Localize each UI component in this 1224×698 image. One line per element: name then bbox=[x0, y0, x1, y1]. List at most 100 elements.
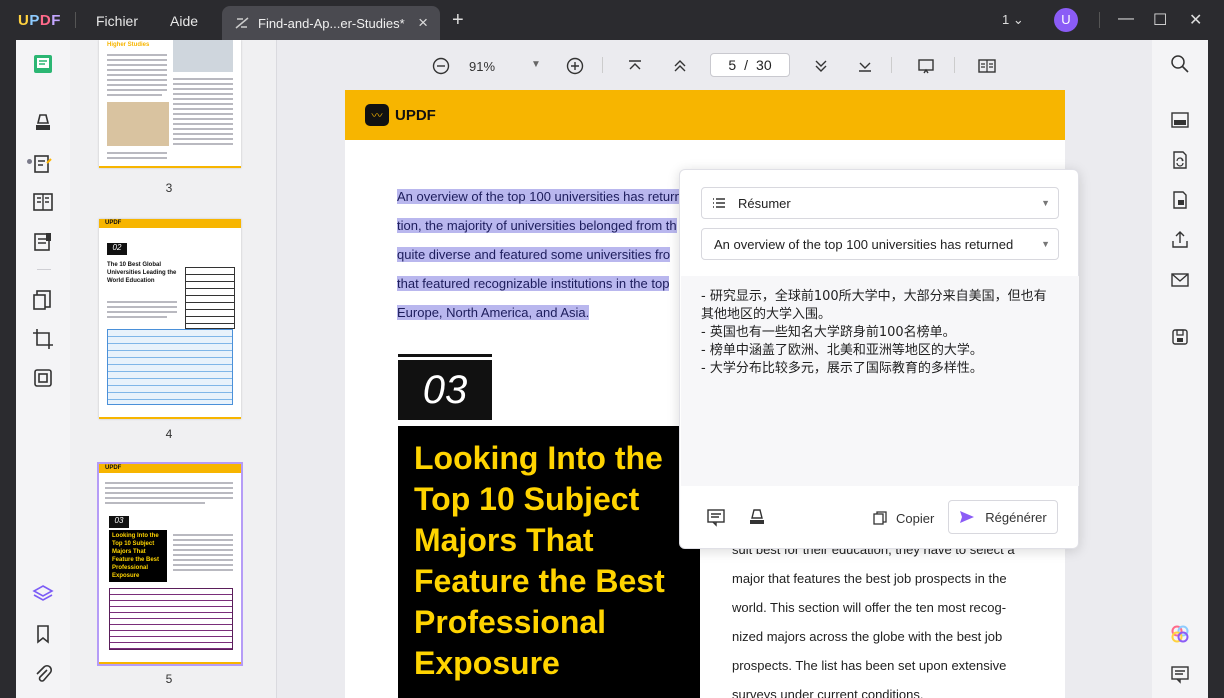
slideshow-icon[interactable] bbox=[915, 55, 937, 77]
divider bbox=[891, 57, 892, 73]
ai-mode-label: Résumer bbox=[738, 196, 791, 211]
crop-icon[interactable] bbox=[30, 326, 56, 352]
organize-pages-icon[interactable] bbox=[30, 189, 56, 215]
thumb-title: Looking Into the Top 10 Subject Majors T… bbox=[109, 530, 167, 582]
thumb-title: The 10 Best Global Universities Leading … bbox=[107, 262, 177, 284]
ai-source-select[interactable]: An overview of the top 100 universities … bbox=[701, 228, 1059, 260]
body-text-line: world. This section will offer the ten m… bbox=[732, 600, 1007, 615]
page-thumbnail-3[interactable]: Higher Studies bbox=[99, 40, 241, 168]
convert-pdf-icon[interactable] bbox=[1169, 149, 1191, 171]
avatar[interactable]: U bbox=[1054, 8, 1078, 32]
send-icon bbox=[960, 511, 975, 523]
ai-assistant-popup: Résumer ▼ An overview of the top 100 uni… bbox=[679, 169, 1079, 549]
page-logo: 〰 UPDF bbox=[365, 104, 436, 126]
zoom-in-icon[interactable] bbox=[564, 55, 586, 77]
section-rule bbox=[398, 354, 492, 357]
thumb-heading: Higher Studies bbox=[107, 42, 150, 48]
protect-icon[interactable] bbox=[30, 365, 56, 391]
attachment-icon[interactable] bbox=[30, 661, 56, 687]
right-toolbar bbox=[1152, 40, 1208, 698]
page-separator: / bbox=[744, 57, 749, 73]
menu-file[interactable]: Fichier bbox=[96, 13, 138, 29]
divider bbox=[75, 12, 76, 28]
close-window-icon[interactable]: ✕ bbox=[1189, 10, 1202, 30]
add-tab-icon[interactable]: + bbox=[452, 9, 464, 32]
maximize-icon[interactable]: ☐ bbox=[1153, 10, 1167, 30]
highlighted-text-line[interactable]: tion, the majority of universities belon… bbox=[397, 217, 677, 235]
page-header: 〰 UPDF bbox=[345, 90, 1065, 140]
app-logo: UPDF bbox=[18, 12, 61, 29]
email-icon[interactable] bbox=[1169, 269, 1191, 291]
highlighted-text-line[interactable]: that featured recognizable institutions … bbox=[397, 275, 670, 293]
thumbnail-label: 4 bbox=[165, 427, 173, 441]
chevron-down-icon: ▼ bbox=[1041, 239, 1050, 249]
section-title-block: Looking Into the Top 10 Subject Majors T… bbox=[398, 426, 700, 698]
page-layout-icon[interactable] bbox=[976, 55, 998, 77]
convert-icon[interactable] bbox=[30, 287, 56, 313]
regenerate-button[interactable]: Régénérer bbox=[948, 500, 1058, 534]
updf-logo-icon: 〰 bbox=[365, 104, 389, 126]
page-logo-text: UPDF bbox=[395, 106, 436, 124]
divider bbox=[954, 57, 955, 73]
copy-button[interactable]: Copier bbox=[872, 507, 934, 529]
zoom-level[interactable]: 91% bbox=[469, 59, 495, 74]
body-text-line: nized majors across the globe with the b… bbox=[732, 629, 1003, 644]
highlighted-text-line[interactable]: quite diverse and featured some universi… bbox=[397, 246, 671, 264]
comment-icon[interactable] bbox=[706, 507, 726, 527]
previous-page-icon[interactable] bbox=[669, 55, 691, 77]
comment-highlighter-icon[interactable] bbox=[30, 110, 56, 136]
first-page-icon[interactable] bbox=[624, 55, 646, 77]
list-icon bbox=[713, 198, 725, 208]
copy-label: Copier bbox=[896, 510, 935, 526]
window-edge bbox=[1208, 40, 1224, 698]
highlighter-icon[interactable] bbox=[747, 507, 767, 527]
page-number-field[interactable]: 5 / 30 bbox=[710, 53, 790, 77]
chevron-down-icon: ▼ bbox=[1041, 198, 1050, 208]
menu-help[interactable]: Aide bbox=[170, 13, 198, 29]
ai-mode-select[interactable]: Résumer ▼ bbox=[701, 187, 1059, 219]
page-thumbnail-5[interactable]: UPDF 03 Looking Into the Top 10 Subject … bbox=[97, 462, 243, 666]
thumbnail-label: 3 bbox=[165, 181, 173, 195]
thumb-section-number: 03 bbox=[109, 516, 129, 528]
left-toolbar bbox=[16, 40, 70, 698]
page-thumbnail-4[interactable]: UPDF 02 The 10 Best Global Universities … bbox=[99, 219, 241, 419]
thumb-table bbox=[107, 329, 233, 405]
result-line: - 大学分布比较多元，展示了国际教育的多样性。 bbox=[701, 361, 983, 376]
search-icon[interactable] bbox=[1169, 53, 1191, 75]
layers-icon[interactable] bbox=[30, 581, 56, 607]
divider bbox=[602, 57, 603, 73]
thumbnail-label: 5 bbox=[165, 672, 173, 686]
document-link-icon bbox=[235, 17, 249, 29]
form-icon[interactable] bbox=[30, 229, 56, 255]
regenerate-label: Régénérer bbox=[985, 509, 1047, 525]
zoom-dropdown-icon[interactable]: ▼ bbox=[531, 59, 541, 70]
edit-pdf-icon[interactable] bbox=[30, 151, 56, 177]
ai-assistant-icon[interactable] bbox=[1169, 623, 1191, 645]
total-pages: 30 bbox=[756, 57, 772, 73]
result-line: - 榜单中涵盖了欧洲、北美和亚洲等地区的大学。 bbox=[701, 343, 983, 358]
section-title: Looking Into the Top 10 Subject Majors T… bbox=[414, 440, 665, 681]
result-line: - 研究显示，全球前100所大学中，大部分来自美国，但也有其他地区的大学入围。 bbox=[701, 289, 1047, 322]
view-toolbar: 91% ▼ 5 / 30 bbox=[277, 40, 1152, 90]
divider bbox=[1099, 12, 1100, 28]
reader-mode-icon[interactable] bbox=[30, 51, 56, 77]
zoom-out-icon[interactable] bbox=[430, 55, 452, 77]
ocr-icon[interactable] bbox=[1169, 109, 1191, 131]
last-page-icon[interactable] bbox=[854, 55, 876, 77]
result-line: - 英国也有一些知名大学跻身前100名榜单。 bbox=[701, 325, 956, 340]
next-page-icon[interactable] bbox=[810, 55, 832, 77]
highlighted-text-line[interactable]: Europe, North America, and Asia. bbox=[397, 304, 590, 322]
save-icon[interactable] bbox=[1169, 326, 1191, 348]
share-icon[interactable] bbox=[1169, 229, 1191, 251]
window-selector[interactable]: 1 ⌄ bbox=[1002, 12, 1024, 28]
bookmark-icon[interactable] bbox=[30, 621, 56, 647]
ai-result-text: - 研究显示，全球前100所大学中，大部分来自美国，但也有其他地区的大学入围。 … bbox=[681, 276, 1079, 486]
close-tab-icon[interactable]: × bbox=[418, 13, 428, 33]
document-tab[interactable]: Find-and-Ap...er-Studies* × bbox=[222, 6, 440, 40]
protect-document-icon[interactable] bbox=[1169, 189, 1191, 211]
thumb-image bbox=[173, 40, 233, 72]
minimize-icon[interactable]: — bbox=[1118, 10, 1134, 28]
comment-list-icon[interactable] bbox=[1169, 663, 1191, 685]
highlighted-text-line[interactable]: An overview of the top 100 universities … bbox=[397, 188, 682, 206]
thumb-section-number: 02 bbox=[107, 243, 127, 255]
